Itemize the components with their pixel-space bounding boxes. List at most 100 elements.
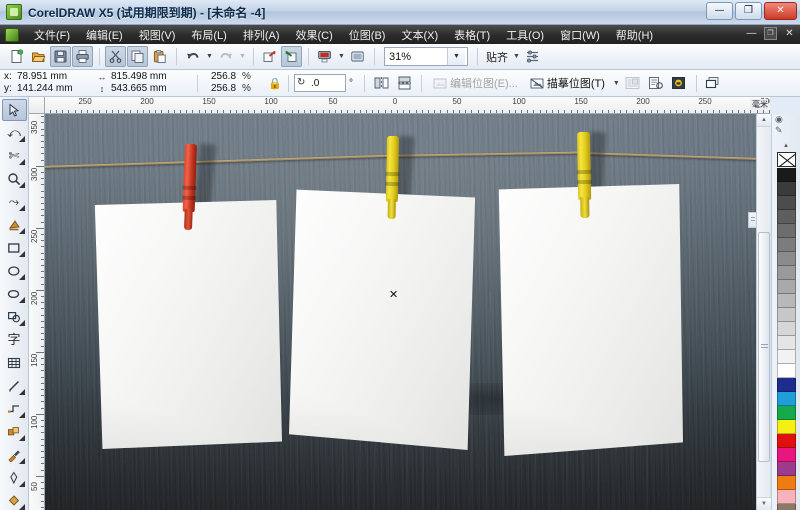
horizontal-ruler[interactable]: 2502001501005005010015020025030035040045… xyxy=(30,97,770,114)
paper-sheet-left[interactable] xyxy=(94,200,282,449)
tool-basic-shapes[interactable] xyxy=(2,306,27,328)
scale-horizontal-value[interactable]: 256.8 xyxy=(211,71,236,83)
flyout-arrow-icon[interactable] xyxy=(18,320,25,326)
color-swatch[interactable] xyxy=(776,308,796,322)
clothespin-red[interactable] xyxy=(182,143,197,230)
tool-color-eyedropper[interactable] xyxy=(2,444,27,466)
document-minimize-button[interactable]: — xyxy=(745,27,758,40)
flyout-arrow-icon[interactable] xyxy=(18,251,25,257)
menu-table[interactable]: 表格(T) xyxy=(446,25,498,45)
import-button[interactable] xyxy=(259,46,280,67)
document-restore-button[interactable]: ❐ xyxy=(764,27,777,40)
color-swatch[interactable] xyxy=(776,406,796,420)
flyout-arrow-icon[interactable] xyxy=(18,228,25,234)
color-swatch[interactable] xyxy=(776,336,796,350)
menu-bitmaps[interactable]: 位图(B) xyxy=(341,25,394,45)
color-swatch[interactable] xyxy=(776,434,796,448)
paste-button[interactable] xyxy=(149,46,170,67)
flyout-arrow-icon[interactable] xyxy=(18,205,25,211)
flyout-arrow-icon[interactable] xyxy=(18,481,25,487)
wrap-text-button[interactable] xyxy=(622,73,644,94)
ruler-origin-corner[interactable] xyxy=(29,97,45,114)
flyout-arrow-icon[interactable] xyxy=(18,389,25,395)
tool-dimension[interactable] xyxy=(2,375,27,397)
to-front-button[interactable] xyxy=(702,73,724,94)
scroll-up-button[interactable]: ▲ xyxy=(757,114,771,127)
export-button[interactable] xyxy=(281,46,302,67)
tool-fill[interactable] xyxy=(2,490,27,510)
undo-dropdown-caret[interactable]: ▼ xyxy=(204,46,215,67)
tool-zoom[interactable] xyxy=(2,168,27,190)
tool-smart-fill[interactable] xyxy=(2,214,27,236)
palette-more-icon[interactable]: ✎ xyxy=(775,125,783,136)
ruler-unit-label[interactable]: 毫米 xyxy=(750,99,768,110)
menu-view[interactable]: 视图(V) xyxy=(131,25,184,45)
flyout-arrow-icon[interactable] xyxy=(18,182,25,188)
menu-edit[interactable]: 编辑(E) xyxy=(78,25,131,45)
zoom-dropdown-caret[interactable]: ▼ xyxy=(447,48,465,65)
clothespin-yellow-center[interactable] xyxy=(385,135,400,220)
palette-scroll-up-button[interactable]: ▲ xyxy=(772,140,800,151)
zoom-level-combobox[interactable]: ▼ xyxy=(384,47,468,66)
bitmap-image-object[interactable]: ✕ xyxy=(45,114,756,510)
menu-text[interactable]: 文本(X) xyxy=(393,25,446,45)
tool-shape[interactable]: ⤺ xyxy=(2,122,27,144)
lock-ratio-icon[interactable]: 🔒 xyxy=(267,77,283,90)
menu-arrange[interactable]: 排列(A) xyxy=(235,25,288,45)
menu-effects[interactable]: 效果(C) xyxy=(288,25,341,45)
object-properties-button[interactable] xyxy=(645,73,667,94)
menu-window[interactable]: 窗口(W) xyxy=(552,25,608,45)
redo-button[interactable] xyxy=(215,46,236,67)
tool-polygon[interactable] xyxy=(2,283,27,305)
save-button[interactable] xyxy=(50,46,71,67)
flyout-arrow-icon[interactable] xyxy=(18,274,25,280)
position-y-value[interactable]: 141.244 mm xyxy=(17,83,73,95)
publish-pdf-button[interactable] xyxy=(314,46,335,67)
swatch-no-color[interactable] xyxy=(776,152,796,167)
menu-file[interactable]: 文件(F) xyxy=(26,25,78,45)
flyout-arrow-icon[interactable] xyxy=(18,159,25,165)
redo-dropdown-caret[interactable]: ▼ xyxy=(237,46,248,67)
vertical-scrollbar[interactable]: ▲ ▼ xyxy=(756,114,771,510)
color-swatch[interactable] xyxy=(776,448,796,462)
trace-bitmap-caret[interactable]: ▼ xyxy=(611,73,622,94)
color-swatch[interactable] xyxy=(776,224,796,238)
vertical-ruler[interactable]: 350300250200150100500 xyxy=(29,114,45,510)
trace-bitmap-button[interactable]: 描摹位图(T) xyxy=(524,73,611,94)
color-swatch[interactable] xyxy=(776,392,796,406)
color-swatch[interactable] xyxy=(776,420,796,434)
clothespin-yellow-right[interactable] xyxy=(576,131,592,218)
docker-collapse-handle[interactable] xyxy=(748,212,756,228)
copy-button[interactable] xyxy=(127,46,148,67)
color-swatch[interactable] xyxy=(776,364,796,378)
tool-outline[interactable] xyxy=(2,467,27,489)
color-swatch[interactable] xyxy=(776,350,796,364)
maximize-button[interactable]: ❐ xyxy=(735,2,762,20)
tool-freehand[interactable]: ⤳ xyxy=(2,191,27,213)
navigator-icon[interactable]: ◉ xyxy=(775,114,783,125)
options-button[interactable] xyxy=(522,46,543,67)
open-document-button[interactable] xyxy=(28,46,49,67)
flyout-arrow-icon[interactable] xyxy=(18,136,25,142)
mirror-horizontal-button[interactable] xyxy=(370,73,392,94)
snap-to-label[interactable]: 贴齐 xyxy=(483,49,511,65)
menu-help[interactable]: 帮助(H) xyxy=(608,25,661,45)
document-menu-icon[interactable] xyxy=(5,27,19,42)
zoom-input[interactable] xyxy=(385,49,447,64)
rotation-angle-field[interactable]: ↻ .0 xyxy=(294,74,346,92)
scale-vertical-value[interactable]: 256.8 xyxy=(211,83,236,95)
menu-tools[interactable]: 工具(O) xyxy=(498,25,552,45)
drawing-canvas[interactable]: ✕ xyxy=(45,114,756,510)
color-swatch[interactable] xyxy=(776,182,796,196)
color-swatch[interactable] xyxy=(776,504,796,510)
color-swatch[interactable] xyxy=(776,168,796,182)
menu-layout[interactable]: 布局(L) xyxy=(183,25,234,45)
tool-rectangle[interactable] xyxy=(2,237,27,259)
minimize-button[interactable]: — xyxy=(706,2,733,20)
scroll-down-button[interactable]: ▼ xyxy=(757,497,771,510)
color-palette[interactable]: ◉ ✎ ▲ ▼ xyxy=(771,114,800,510)
color-swatch[interactable] xyxy=(776,210,796,224)
snap-dropdown-caret[interactable]: ▼ xyxy=(511,46,522,67)
cut-button[interactable] xyxy=(105,46,126,67)
object-height-value[interactable]: 543.665 mm xyxy=(111,83,167,95)
